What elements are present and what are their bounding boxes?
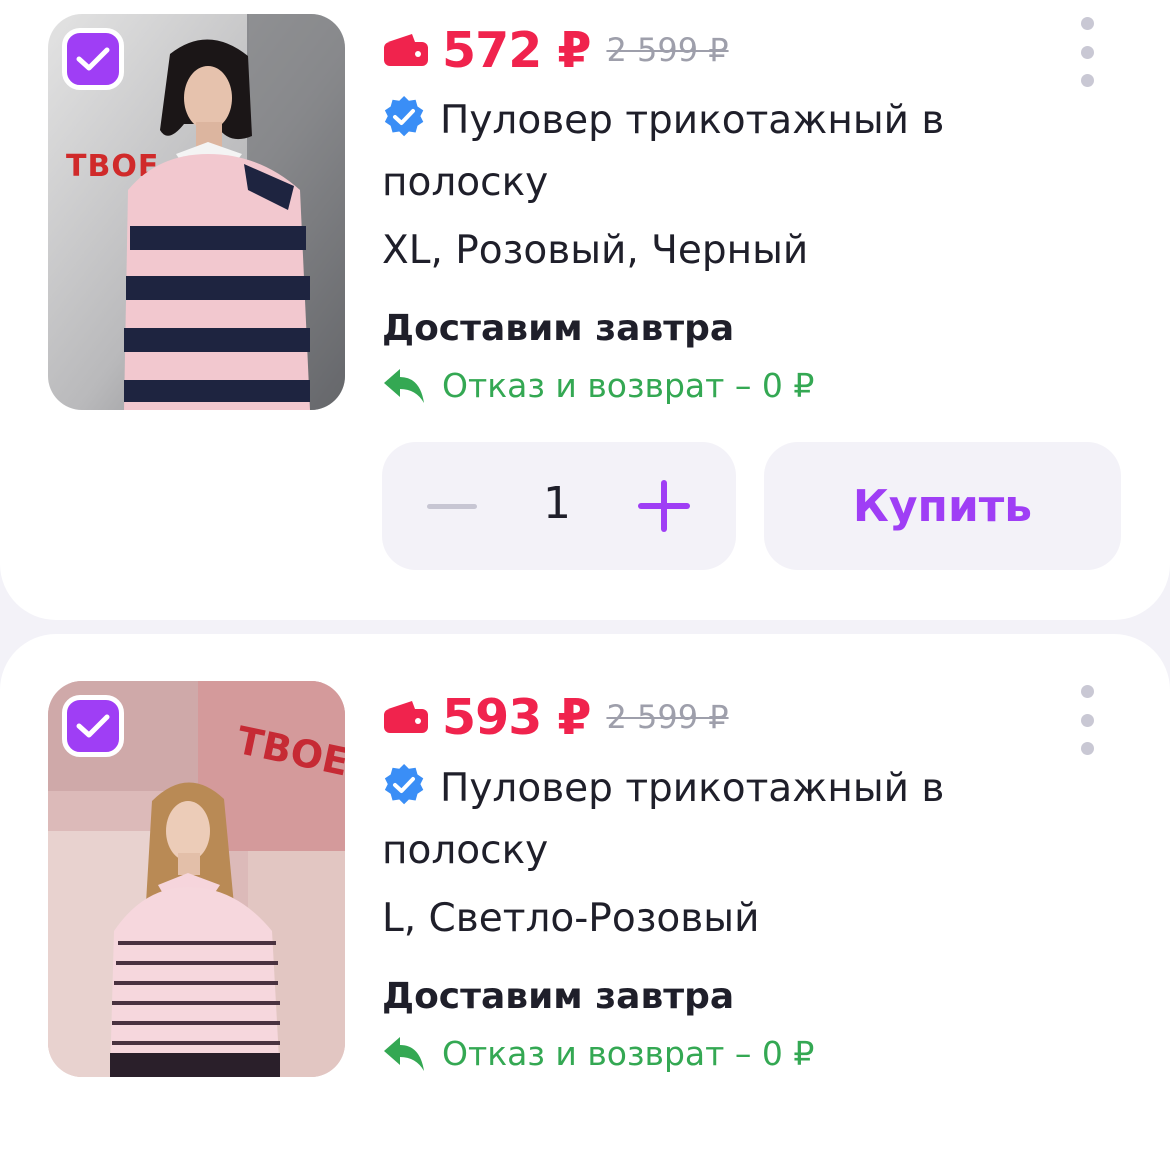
- product-image[interactable]: ТВОЕ: [48, 681, 345, 1077]
- product-image[interactable]: ТВОЕ: [48, 14, 345, 410]
- more-options-button[interactable]: [1072, 685, 1102, 755]
- quantity-stepper[interactable]: 1: [382, 442, 736, 570]
- dot-icon: [1080, 74, 1094, 87]
- product-title-block[interactable]: Пуловер трикотажный в полоску: [382, 90, 982, 214]
- price-row: 572 ₽ 2 599 ₽: [382, 20, 729, 80]
- verified-badge-icon: [384, 763, 424, 805]
- price-row: 593 ₽ 2 599 ₽: [382, 687, 729, 747]
- current-price: 572 ₽: [442, 21, 591, 79]
- buy-button[interactable]: Купить: [764, 442, 1121, 570]
- dot-icon: [1080, 45, 1094, 59]
- product-title: Пуловер трикотажный в полоску: [382, 766, 945, 873]
- wallet-icon: [384, 701, 428, 733]
- dot-icon: [1080, 17, 1094, 30]
- minus-icon: [427, 503, 477, 509]
- product-title: Пуловер трикотажный в полоску: [382, 98, 945, 205]
- product-card: ТВОЕ 593 ₽ 2 599 ₽ Пуловер трикотажный в…: [0, 634, 1170, 1154]
- decrease-quantity-button[interactable]: [426, 482, 478, 530]
- quantity-value: 1: [543, 478, 571, 529]
- delivery-info: Доставим завтра: [382, 308, 735, 349]
- dot-icon: [1080, 713, 1094, 727]
- delivery-info: Доставим завтра: [382, 976, 735, 1017]
- dot-icon: [1080, 742, 1094, 755]
- return-policy: Отказ и возврат – 0 ₽: [382, 1034, 814, 1073]
- old-price: 2 599 ₽: [606, 698, 729, 736]
- checkmark-icon: [76, 714, 110, 738]
- product-card: ТВОЕ 572 ₽ 2 599 ₽ Пуловер трикотажный в…: [0, 0, 1170, 620]
- increase-quantity-button[interactable]: [638, 480, 690, 532]
- return-policy-text: Отказ и возврат – 0 ₽: [442, 366, 815, 405]
- return-arrow-icon: [384, 1036, 424, 1071]
- product-variant: XL, Розовый, Черный: [382, 228, 809, 273]
- return-arrow-icon: [384, 368, 424, 403]
- verified-badge-icon: [384, 95, 424, 137]
- select-checkbox[interactable]: [62, 28, 124, 90]
- wallet-icon: [384, 34, 428, 66]
- product-title-block[interactable]: Пуловер трикотажный в полоску: [382, 758, 982, 882]
- checkmark-icon: [76, 47, 110, 71]
- more-options-button[interactable]: [1072, 17, 1102, 87]
- current-price: 593 ₽: [442, 688, 591, 746]
- old-price: 2 599 ₽: [606, 31, 729, 69]
- product-variant: L, Светло-Розовый: [382, 896, 760, 941]
- select-checkbox[interactable]: [62, 695, 124, 757]
- return-policy-text: Отказ и возврат – 0 ₽: [442, 1034, 815, 1073]
- return-policy: Отказ и возврат – 0 ₽: [382, 366, 814, 405]
- dot-icon: [1080, 685, 1094, 698]
